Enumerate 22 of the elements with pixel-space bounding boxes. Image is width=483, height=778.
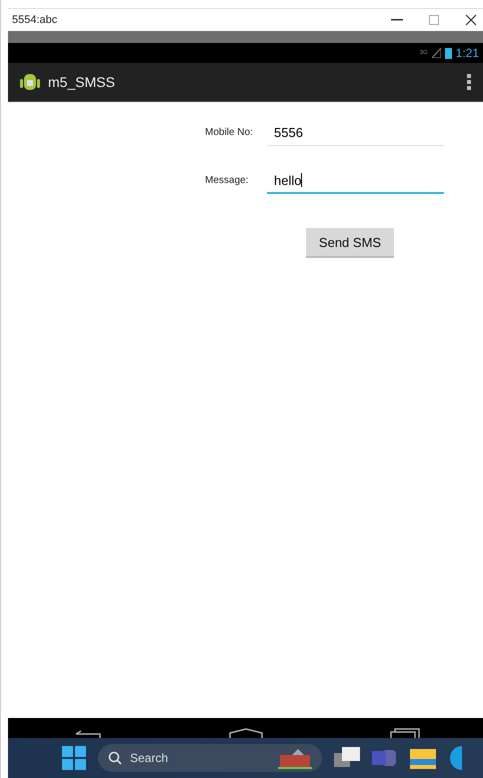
battery-icon bbox=[444, 48, 452, 58]
search-field[interactable]: Search bbox=[98, 744, 322, 772]
clock: 1:21 bbox=[456, 46, 479, 60]
input-field[interactable]: 5556 bbox=[267, 120, 444, 146]
windows-start-icon[interactable] bbox=[62, 746, 86, 770]
close-icon[interactable] bbox=[465, 14, 477, 26]
search-icon bbox=[108, 751, 122, 765]
folder-icon[interactable] bbox=[410, 747, 436, 769]
app-title: m5_SMSS bbox=[48, 74, 116, 90]
send-sms-button[interactable]: Send SMS bbox=[306, 228, 394, 258]
robot-icon bbox=[20, 73, 40, 91]
field-label: Mobile No: bbox=[205, 127, 254, 138]
minimize-icon[interactable] bbox=[391, 19, 403, 21]
input-field[interactable]: hello bbox=[267, 168, 444, 194]
window-title: 5554:abc bbox=[12, 14, 58, 26]
recents-icon[interactable] bbox=[390, 728, 420, 738]
task-view-icon[interactable] bbox=[334, 747, 360, 769]
building-icon bbox=[278, 747, 312, 769]
home-icon[interactable] bbox=[228, 728, 262, 738]
field-label: Message: bbox=[205, 175, 250, 186]
overflow-menu-icon[interactable] bbox=[467, 74, 471, 90]
signal-icon bbox=[432, 48, 441, 58]
